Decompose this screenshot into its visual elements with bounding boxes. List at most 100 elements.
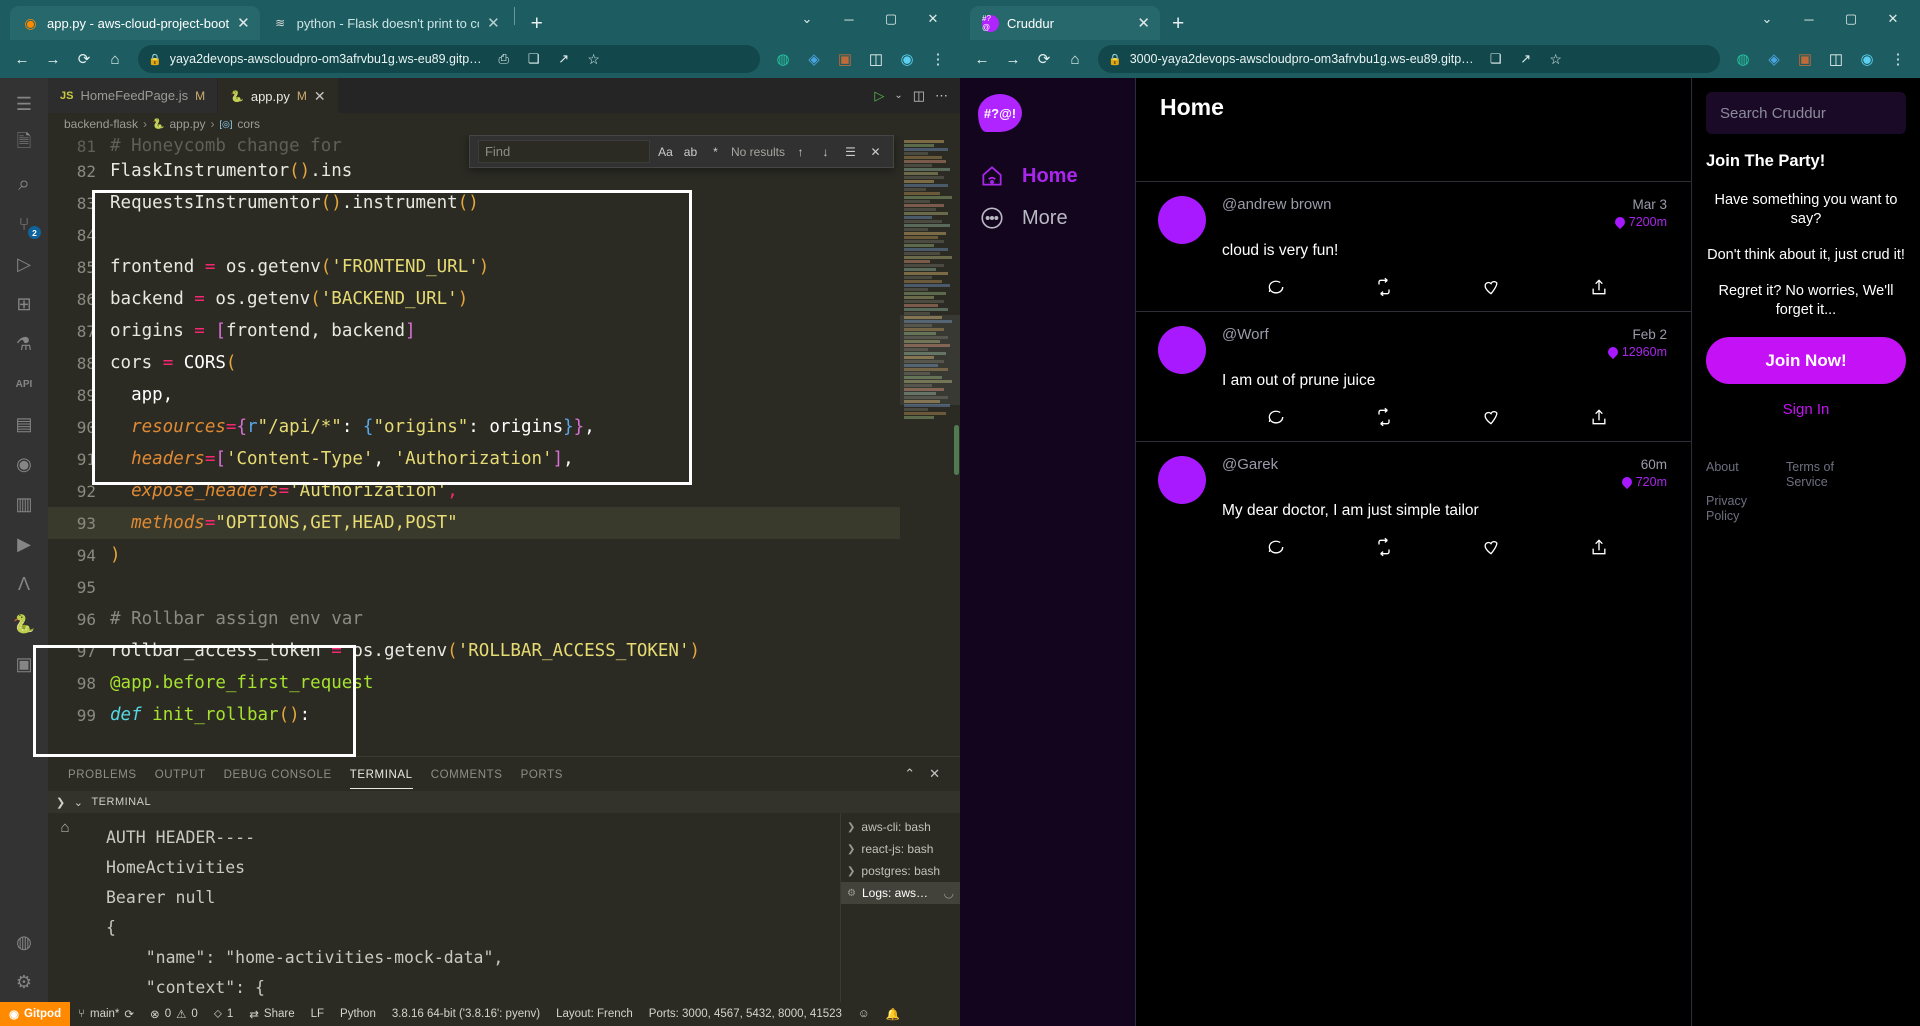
tab-terminal[interactable]: TERMINAL xyxy=(349,760,413,789)
avatar[interactable] xyxy=(1158,456,1206,504)
extension-icon[interactable]: ◍ xyxy=(769,45,797,73)
reload-icon[interactable]: ⟳ xyxy=(70,45,98,73)
settings-gear-icon[interactable]: ⚙ xyxy=(0,962,48,1002)
remote-terminal-icon[interactable]: ▶ xyxy=(0,524,48,564)
close-find-icon[interactable]: ✕ xyxy=(866,142,885,161)
address-bar[interactable]: 🔒 yaya2devops-awscloudpro-om3afrvbu1g.ws… xyxy=(138,45,760,73)
docker-icon[interactable]: ▥ xyxy=(0,484,48,524)
more-actions-icon[interactable]: ⋯ xyxy=(935,88,948,104)
close-icon[interactable]: ✕ xyxy=(487,14,500,32)
avatar[interactable] xyxy=(1158,326,1206,374)
statusbar-layout[interactable]: Layout: French xyxy=(548,1002,641,1026)
tab-output[interactable]: OUTPUT xyxy=(155,760,206,788)
repost-icon[interactable] xyxy=(1330,277,1438,297)
browser-tab-apppy[interactable]: ◉ app.py - aws-cloud-project-boot ✕ xyxy=(10,6,260,40)
profile-icon[interactable]: ◉ xyxy=(1853,45,1881,73)
footer-link-privacy[interactable]: Privacy Policy xyxy=(1706,494,1770,524)
minimap-scrollbar[interactable] xyxy=(954,425,959,475)
reply-icon[interactable] xyxy=(1222,277,1330,297)
source-control-icon[interactable]: ⑂ 2 xyxy=(0,204,48,244)
notifications-icon[interactable]: 🔔 xyxy=(878,1002,908,1026)
match-whole-word-icon[interactable]: ab xyxy=(681,142,700,161)
todo-icon[interactable]: ▣ xyxy=(0,644,48,684)
statusbar-ports[interactable]: ⬦ 1 xyxy=(206,1002,241,1026)
match-case-icon[interactable]: Aa xyxy=(656,142,675,161)
feed-post[interactable]: @andrew brown Mar 3 7200m cloud is very … xyxy=(1136,181,1691,311)
github-icon[interactable]: ◉ xyxy=(0,444,48,484)
avatar[interactable] xyxy=(1158,196,1206,244)
reader-icon[interactable]: ❏ xyxy=(1482,45,1510,73)
split-editor-icon[interactable]: ◫ xyxy=(913,88,925,104)
browser-tab-stackoverflow[interactable]: ≋ python - Flask doesn't print to co ✕ xyxy=(260,6,510,40)
maximize-button[interactable]: ▢ xyxy=(1830,4,1872,34)
share-icon[interactable]: ↗ xyxy=(1512,45,1540,73)
breadcrumb-folder[interactable]: backend-flask xyxy=(64,117,138,131)
share-icon[interactable] xyxy=(1545,407,1653,427)
aws-icon[interactable]: Λ xyxy=(0,564,48,604)
code-editor[interactable]: 81 # Honeycomb change for 82 FlaskInstru… xyxy=(48,135,960,756)
share-icon[interactable]: ↗ xyxy=(550,45,578,73)
minimap[interactable] xyxy=(900,135,960,756)
post-handle[interactable]: @Worf xyxy=(1222,326,1269,343)
share-icon[interactable] xyxy=(1545,537,1653,557)
browser-tab-cruddur[interactable]: #?@ Cruddur ✕ xyxy=(970,6,1160,40)
tab-ports[interactable]: PORTS xyxy=(521,760,563,788)
feed-post[interactable]: @Worf Feb 2 12960m I am out of prune jui… xyxy=(1136,311,1691,441)
use-regex-icon[interactable]: * xyxy=(706,142,725,161)
reply-icon[interactable] xyxy=(1222,407,1330,427)
find-next-icon[interactable]: ↓ xyxy=(816,142,835,161)
statusbar-language[interactable]: Python xyxy=(332,1002,384,1026)
translate-icon[interactable]: ⎙ xyxy=(490,45,518,73)
home-icon[interactable]: ⌂ xyxy=(1061,45,1089,73)
maximize-button[interactable]: ▢ xyxy=(870,4,912,34)
reload-icon[interactable]: ⟳ xyxy=(1030,45,1058,73)
repost-icon[interactable] xyxy=(1330,407,1438,427)
extension-icon[interactable]: ◍ xyxy=(1729,45,1757,73)
terminal-session-react-js[interactable]: ❯ react-js: bash xyxy=(841,838,960,860)
terminal-session-postgres[interactable]: ❯ postgres: bash xyxy=(841,860,960,882)
statusbar-eol[interactable]: LF xyxy=(303,1002,332,1026)
star-icon[interactable]: ☆ xyxy=(580,45,608,73)
find-input[interactable]: Find xyxy=(477,140,650,163)
footer-link-terms[interactable]: Terms of Service xyxy=(1786,460,1850,490)
accounts-icon[interactable]: ◍ xyxy=(0,922,48,962)
close-icon[interactable]: ✕ xyxy=(237,14,250,32)
address-bar[interactable]: 🔒 3000-yaya2devops-awscloudpro-om3afrvbu… xyxy=(1098,45,1720,73)
tab-comments[interactable]: COMMENTS xyxy=(431,760,503,788)
chevron-down-icon[interactable]: ⌄ xyxy=(894,90,902,101)
menu-icon[interactable]: ⋮ xyxy=(924,45,952,73)
close-panel-icon[interactable]: ✕ xyxy=(929,766,940,782)
terminal-session-logs-aws[interactable]: ⚙ Logs: aws… ◡ xyxy=(841,882,960,904)
tab-problems[interactable]: PROBLEMS xyxy=(68,760,137,788)
statusbar-problems[interactable]: ⊗ 0 ⚠ 0 xyxy=(142,1002,206,1026)
find-widget[interactable]: Find Aa ab * No results ↑ ↓ ☰ ✕ xyxy=(468,135,894,168)
close-window-button[interactable]: ✕ xyxy=(1872,4,1914,34)
sign-in-link[interactable]: Sign In xyxy=(1706,401,1906,418)
sidebar-item-home[interactable]: Home xyxy=(978,162,1135,190)
editor-tab-apppy[interactable]: 🐍 app.py M ✕ xyxy=(218,78,339,113)
testing-icon[interactable]: ⚗ xyxy=(0,324,48,364)
feed-post[interactable]: @Garek 60m 720m My dear doctor, I am jus… xyxy=(1136,441,1691,571)
statusbar-ports-list[interactable]: Ports: 3000, 4567, 5432, 8000, 41523 xyxy=(641,1002,850,1026)
profile-icon[interactable]: ◉ xyxy=(893,45,921,73)
explorer-icon[interactable]: 🗎 xyxy=(0,124,48,164)
extensions-icon[interactable]: ⊞ xyxy=(0,284,48,324)
statusbar-share[interactable]: ⇄ Share xyxy=(241,1002,302,1026)
forward-icon[interactable]: → xyxy=(39,45,67,73)
menu-icon[interactable]: ⋮ xyxy=(1884,45,1912,73)
search-input[interactable]: Search Cruddur xyxy=(1706,92,1906,134)
sync-icon[interactable]: ⟳ xyxy=(124,1007,134,1021)
terminal-session-aws-cli[interactable]: ❯ aws-cli: bash xyxy=(841,816,960,838)
api-icon[interactable]: API xyxy=(0,364,48,404)
close-icon[interactable]: ✕ xyxy=(314,88,326,105)
repost-icon[interactable] xyxy=(1330,537,1438,557)
minimap-slider[interactable] xyxy=(900,315,960,405)
star-icon[interactable]: ☆ xyxy=(1542,45,1570,73)
find-in-selection-icon[interactable]: ☰ xyxy=(841,142,860,161)
breadcrumb-file[interactable]: app.py xyxy=(170,117,206,131)
back-icon[interactable]: ← xyxy=(968,45,996,73)
share-icon[interactable] xyxy=(1545,277,1653,297)
puzzle-icon[interactable]: ◈ xyxy=(800,45,828,73)
minimize-button[interactable]: ─ xyxy=(828,4,870,34)
tab-search-chevron-icon[interactable]: ⌄ xyxy=(1746,4,1788,34)
